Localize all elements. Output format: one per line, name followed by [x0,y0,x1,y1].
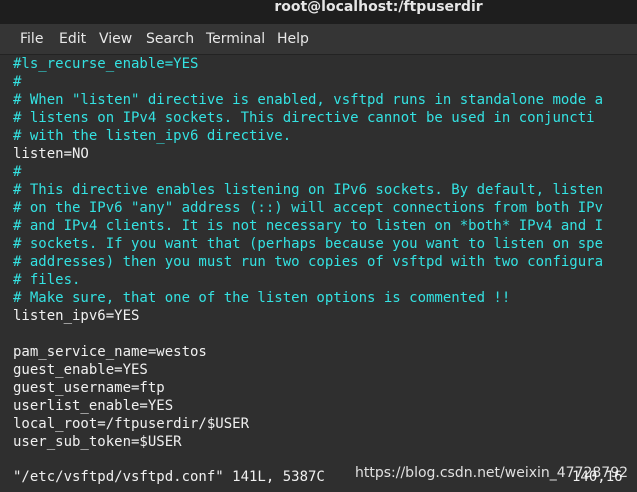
config-line: pam_service_name=westos [13,344,207,360]
config-line: listen=NO [13,146,89,162]
status-file-info: "/etc/vsftpd/vsftpd.conf" 141L, 5387C [13,469,325,485]
comment-line: # listens on IPv4 sockets. This directiv… [13,110,595,126]
config-line: local_root=/ftpuserdir/$USER [13,416,250,432]
menu-view[interactable]: View [99,30,132,48]
comment-line: # When "listen" directive is enabled, vs… [13,92,604,108]
window-titlebar: root@localhost:/ftpuserdir [0,0,637,24]
menu-edit[interactable]: Edit [59,30,86,48]
comment-line: # with the listen_ipv6 directive. [13,128,292,144]
comment-line: # Make sure, that one of the listen opti… [13,290,511,306]
config-line: userlist_enable=YES [13,398,174,414]
comment-line: # and IPv4 clients. It is not necessary … [13,218,604,234]
config-line: guest_enable=YES [13,362,148,378]
comment-line: # addresses) then you must run two copie… [13,254,604,270]
config-line: user_sub_token=$USER [13,434,182,450]
comment-line: # files. [13,272,81,288]
window-title: root@localhost:/ftpuserdir [274,0,483,15]
comment-line: # sockets. If you want that (perhaps bec… [13,236,604,252]
menu-search[interactable]: Search [146,30,194,48]
config-line: listen_ipv6=YES [13,308,140,324]
comment-line: # [13,164,22,180]
comment-line: # on the IPv6 "any" address (::) will ac… [13,200,604,216]
menu-bar: File Edit View Search Terminal Help [0,24,637,55]
watermark-url: https://blog.csdn.net/weixin_47728792 [355,465,629,481]
terminal-scrollbar[interactable] [633,55,637,492]
terminal-area[interactable]: #ls_recurse_enable=YES # # When "listen" d… [0,55,637,492]
comment-line: # [13,74,22,90]
comment-line: #ls_recurse_enable=YES [13,56,199,72]
menu-terminal[interactable]: Terminal [206,30,265,48]
menu-help[interactable]: Help [277,30,309,48]
config-line: guest_username=ftp [13,380,165,396]
comment-line: # This directive enables listening on IP… [13,182,604,198]
menu-file[interactable]: File [20,30,43,48]
